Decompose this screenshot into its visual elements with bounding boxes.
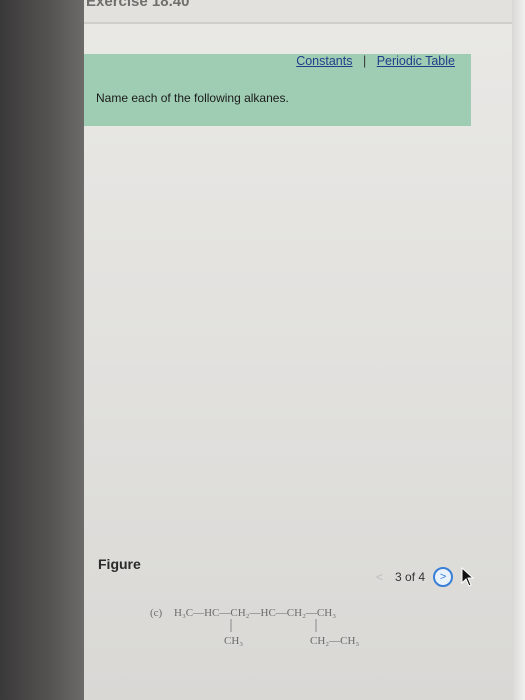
resource-links: Constants | Periodic Table (296, 54, 455, 68)
pager-status: 3 of 4 (395, 570, 426, 584)
figure-pager: < 3 of 4 > (376, 566, 454, 588)
header-divider (84, 22, 525, 24)
structure-branch-left: CH₃ (224, 635, 243, 647)
alkane-structure: (c) H₃C—HC—CH₂—HC—CH₂—CH₃ CH₃ CH₂—CH₃ (150, 607, 359, 647)
structure-main-chain: H₃C—HC—CH₂—HC—CH₂—CH₃ (174, 607, 336, 619)
screen-bezel (0, 0, 84, 700)
instruction-panel: Constants | Periodic Table Name each of … (84, 54, 471, 126)
mouse-cursor-icon (461, 567, 475, 587)
figure-label: Figure (98, 556, 141, 572)
structure-part-label: (c) (150, 607, 163, 619)
link-separator: | (362, 54, 367, 68)
constants-link[interactable]: Constants (296, 54, 352, 68)
chevron-right-icon[interactable]: > (433, 567, 454, 587)
question-prompt: Name each of the following alkanes. (96, 91, 289, 105)
screen-edge (512, 0, 525, 700)
periodic-table-link[interactable]: Periodic Table (377, 54, 455, 68)
structure-branch-right: CH₂—CH₃ (310, 635, 359, 647)
chevron-left-icon[interactable]: < (376, 570, 383, 584)
exercise-title: Exercise 18.40 (86, 0, 190, 10)
